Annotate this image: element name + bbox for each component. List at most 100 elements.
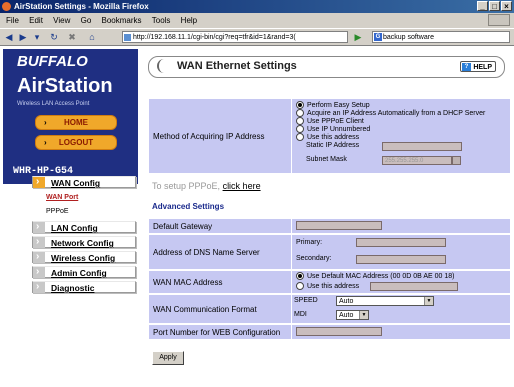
subnet-select[interactable]: 255.255.255.0 — [382, 156, 452, 165]
throbber-icon — [488, 14, 510, 26]
static-ip-input[interactable] — [382, 142, 462, 151]
radio-dot — [296, 125, 304, 133]
url-text: http://192.168.11.1/cgi-bin/cgi?req=tfr&… — [133, 34, 296, 41]
method-label-text: Method of Acquiring IP Address — [153, 131, 265, 141]
help-icon: ? — [462, 63, 471, 71]
close-button[interactable]: × — [501, 1, 512, 11]
dns-cell: Primary: Secondary: — [292, 235, 510, 269]
chevron-down-icon[interactable] — [452, 156, 461, 165]
secondary-dns-input[interactable] — [356, 255, 446, 264]
home-button[interactable]: › HOME — [35, 115, 117, 130]
radio-unnumbered[interactable]: Use IP Unnumbered — [296, 125, 370, 133]
speed-select[interactable]: Auto ▼ — [336, 296, 434, 306]
chevron-right-icon — [33, 266, 45, 278]
submenu-wan-port[interactable]: WAN Port — [46, 194, 78, 201]
forward-icon[interactable]: ▶ — [17, 31, 29, 43]
search-text: backup software — [383, 34, 434, 41]
menu-diagnostic[interactable]: Diagnostic — [32, 281, 136, 293]
main-panel: WAN Ethernet Settings ? HELP Method of A… — [146, 46, 514, 387]
port-input[interactable] — [296, 327, 382, 336]
menu-bookmarks[interactable]: Bookmarks — [102, 16, 142, 25]
page-icon — [124, 34, 131, 41]
mac-label: WAN MAC Address — [149, 271, 291, 293]
subnet-label: Subnet Mask — [306, 156, 347, 163]
help-label: HELP — [473, 64, 492, 71]
menu-diagnostic-label: Diagnostic — [51, 283, 95, 293]
menu-go[interactable]: Go — [81, 16, 92, 25]
method-label: Method of Acquiring IP Address — [149, 99, 291, 173]
maximize-button[interactable]: □ — [489, 1, 500, 11]
apply-button[interactable]: Apply — [152, 351, 184, 365]
stop-icon[interactable]: ✖ — [66, 31, 78, 43]
chevron-right-icon — [33, 221, 45, 233]
radio-easy-setup[interactable]: Perform Easy Setup — [296, 101, 370, 109]
chevron-down-icon: ▼ — [424, 297, 433, 305]
menu-network-config[interactable]: Network Config — [32, 236, 136, 248]
pppoe-link[interactable]: click here — [223, 181, 261, 191]
gateway-label-text: Default Gateway — [153, 221, 213, 231]
menu-wan-config[interactable]: WAN Config — [32, 176, 136, 188]
chevron-right-icon — [33, 236, 45, 248]
url-bar[interactable]: http://192.168.11.1/cgi-bin/cgi?req=tfr&… — [122, 31, 348, 43]
home-icon[interactable]: ⌂ — [86, 31, 98, 43]
menu-tools[interactable]: Tools — [152, 16, 171, 25]
gateway-input[interactable] — [296, 221, 382, 230]
mdi-label: MDI — [294, 311, 307, 318]
menu-help[interactable]: Help — [181, 16, 197, 25]
dns-label-text: Address of DNS Name Server — [153, 247, 260, 257]
radio-dot — [296, 117, 304, 125]
primary-dns-input[interactable] — [356, 238, 446, 247]
submenu-pppoe[interactable]: PPPoE — [46, 208, 69, 215]
mdi-select[interactable]: Auto ▼ — [336, 310, 369, 320]
pppoe-text: To setup PPPoE, — [152, 181, 221, 191]
mdi-value: Auto — [339, 312, 354, 319]
google-icon: G — [374, 33, 382, 41]
menu-view[interactable]: View — [53, 16, 70, 25]
radio-dhcp[interactable]: Acquire an IP Address Automatically from… — [296, 109, 485, 117]
radio-this-address[interactable]: Use this address — [296, 133, 359, 141]
radio-dhcp-label: Acquire an IP Address Automatically from… — [307, 109, 486, 117]
help-button[interactable]: ? HELP — [460, 61, 496, 72]
brand-panel: BUFFALO AirStation Wireless LAN Access P… — [3, 49, 138, 184]
gateway-label: Default Gateway — [149, 219, 291, 233]
airstation-logo: AirStation — [17, 75, 113, 97]
radio-this-address-label: Use this address — [307, 133, 360, 141]
menu-bar: File Edit View Go Bookmarks Tools Help — [0, 14, 514, 27]
arrow-icon: › — [44, 118, 47, 127]
back-icon[interactable]: ◀ — [3, 31, 15, 43]
header-decoration — [157, 59, 173, 73]
method-options: Perform Easy Setup Acquire an IP Address… — [292, 99, 510, 173]
static-ip-label: Static IP Address — [306, 142, 360, 149]
firefox-icon — [2, 2, 11, 11]
radio-unnumbered-label: Use IP Unnumbered — [307, 125, 371, 133]
chevron-down-icon: ▼ — [359, 311, 368, 319]
mac-input[interactable] — [370, 282, 458, 291]
mac-label-text: WAN MAC Address — [153, 277, 223, 287]
page-content: BUFFALO AirStation Wireless LAN Access P… — [0, 46, 514, 387]
window-title: AirStation Settings - Mozilla Firefox — [14, 2, 149, 11]
radio-dot — [296, 109, 304, 117]
search-bar[interactable]: G backup software — [372, 31, 510, 43]
minimize-button[interactable]: _ — [477, 1, 488, 11]
reload-icon[interactable]: ↻ — [48, 31, 60, 43]
dns-label: Address of DNS Name Server — [149, 235, 291, 269]
menu-wireless-config-label: Wireless Config — [51, 253, 116, 263]
comm-cell: SPEED Auto ▼ MDI Auto ▼ — [292, 295, 510, 323]
radio-mac-default[interactable]: Use Default MAC Address (00 0D 0B AE 00 … — [296, 272, 454, 280]
radio-pppoe[interactable]: Use PPPoE Client — [296, 117, 364, 125]
dropdown-icon[interactable]: ▾ — [31, 31, 43, 43]
menu-edit[interactable]: Edit — [29, 16, 43, 25]
logout-button[interactable]: › LOGOUT — [35, 135, 117, 150]
logout-label: LOGOUT — [58, 138, 94, 147]
gateway-cell — [292, 219, 510, 233]
menu-network-config-label: Network Config — [51, 238, 114, 248]
go-icon[interactable]: ▶ — [352, 31, 364, 43]
menu-admin-config[interactable]: Admin Config — [32, 266, 136, 278]
menu-lan-config[interactable]: LAN Config — [32, 221, 136, 233]
menu-file[interactable]: File — [6, 16, 19, 25]
radio-mac-custom[interactable]: Use this address — [296, 282, 359, 290]
primary-label: Primary: — [296, 239, 323, 246]
radio-dot — [296, 272, 304, 280]
speed-value: Auto — [339, 298, 354, 305]
menu-wireless-config[interactable]: Wireless Config — [32, 251, 136, 263]
